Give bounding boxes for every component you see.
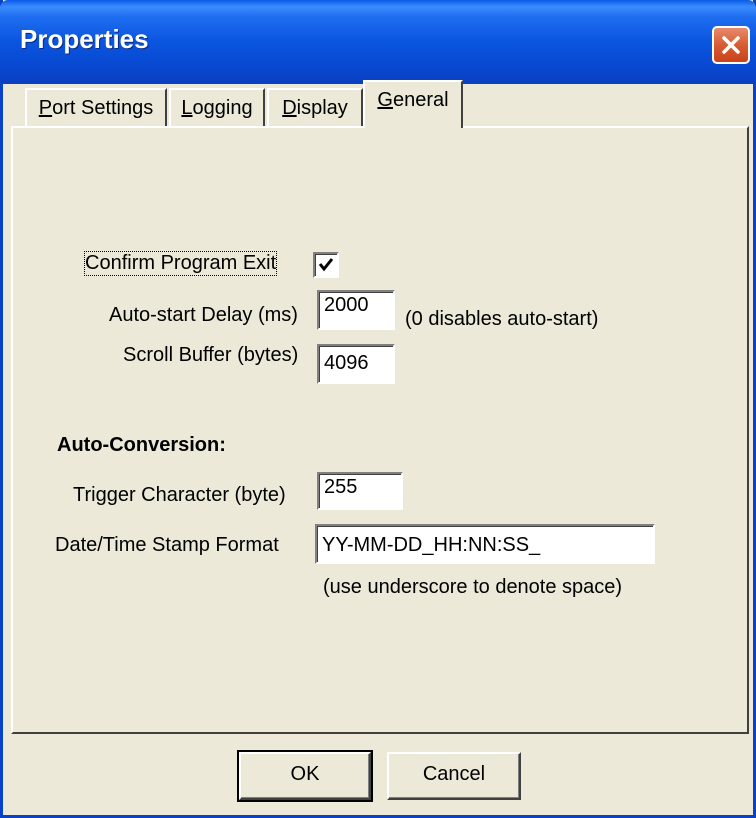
scroll-buffer-label: Scroll Buffer (bytes)	[123, 344, 299, 366]
tab-display[interactable]: Display	[267, 88, 363, 128]
autostart-delay-input[interactable]: 2000	[317, 290, 395, 330]
confirm-exit-checkbox[interactable]	[313, 252, 339, 278]
tab-port-settings-mnemonic: P	[38, 97, 53, 119]
tab-port-settings-label: ort Settings	[52, 97, 154, 119]
scroll-buffer-input[interactable]: 4096	[317, 344, 395, 384]
tab-display-mnemonic: D	[282, 97, 297, 119]
autostart-delay-hint: (0 disables auto-start)	[405, 308, 599, 330]
cancel-button[interactable]: Cancel	[387, 752, 521, 800]
window-title: Properties	[20, 24, 149, 54]
general-tab-panel: Confirm Program Exit Auto-start Delay (m…	[11, 126, 749, 734]
datetime-format-input[interactable]: YY-MM-DD_HH:NN:SS_	[315, 524, 655, 564]
properties-dialog: Properties Port Settings Logging Display…	[0, 0, 756, 818]
datetime-format-hint: (use underscore to denote space)	[323, 576, 623, 598]
datetime-format-label: Date/Time Stamp Format	[55, 534, 279, 556]
tab-logging-mnemonic: L	[181, 97, 193, 119]
close-button[interactable]	[712, 26, 750, 64]
ok-button[interactable]: OK	[237, 750, 373, 802]
title-bar[interactable]: Properties	[0, 0, 756, 84]
tab-general-mnemonic: G	[377, 89, 393, 111]
tab-logging[interactable]: Logging	[169, 88, 265, 128]
autostart-delay-label: Auto-start Delay (ms)	[109, 304, 298, 326]
close-icon	[722, 36, 740, 54]
tab-general-label: eneral	[392, 89, 449, 111]
tab-general[interactable]: General	[363, 80, 463, 128]
tab-logging-label: ogging	[192, 97, 253, 119]
tab-display-label: isplay	[296, 97, 348, 119]
checkmark-icon	[318, 258, 334, 272]
trigger-character-input[interactable]: 255	[317, 472, 403, 510]
trigger-character-label: Trigger Character (byte)	[73, 484, 286, 506]
confirm-exit-label[interactable]: Confirm Program Exit	[83, 251, 278, 276]
auto-conversion-heading: Auto-Conversion:	[57, 434, 226, 456]
tab-port-settings[interactable]: Port Settings	[25, 88, 167, 128]
